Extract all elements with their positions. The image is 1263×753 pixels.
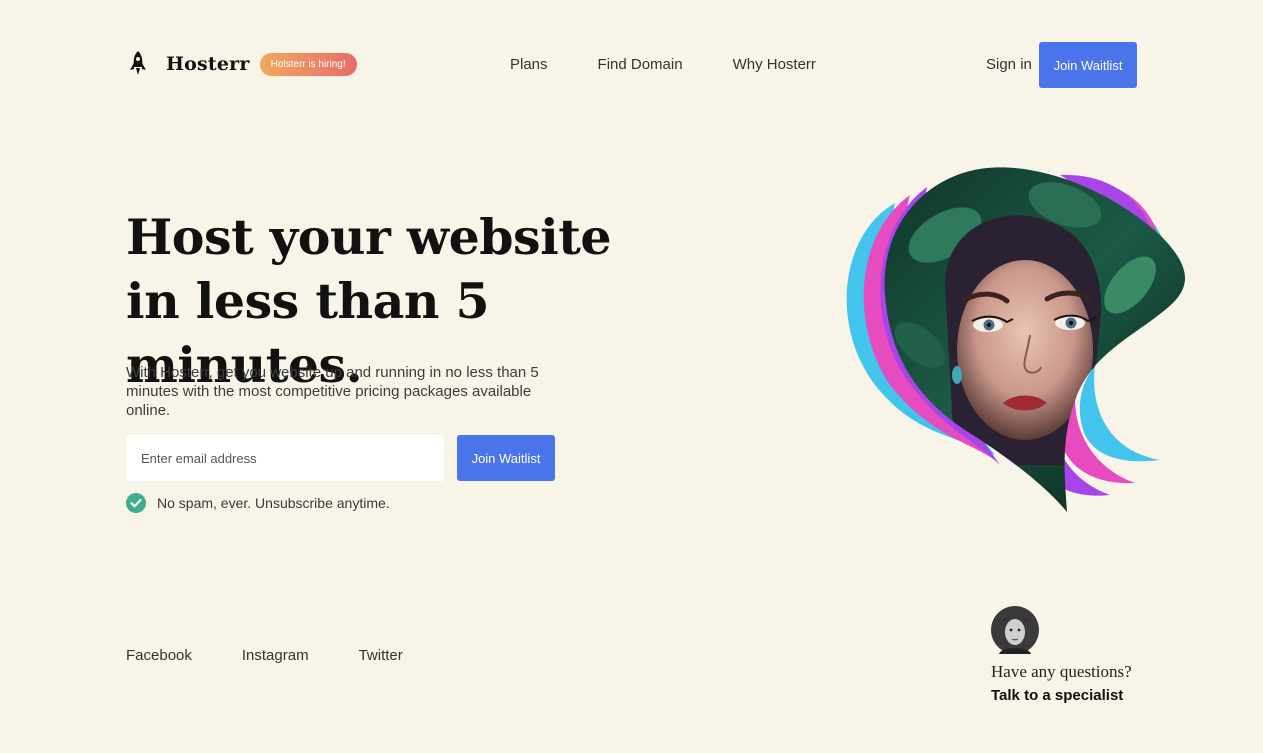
specialist-avatar — [991, 606, 1039, 654]
questions-heading: Have any questions? — [991, 662, 1132, 681]
landing-page: Hosterr Holsterr is hiring! Plans Find D… — [0, 0, 1263, 753]
nav-link-plans[interactable]: Plans — [510, 56, 548, 74]
hero-join-waitlist-button[interactable]: Join Waitlist — [457, 435, 555, 481]
social-link-instagram[interactable]: Instagram — [242, 647, 309, 664]
nav-link-find-domain[interactable]: Find Domain — [598, 56, 683, 74]
brand-name: Hosterr — [166, 53, 250, 75]
social-link-twitter[interactable]: Twitter — [359, 647, 403, 664]
no-spam-note: No spam, ever. Unsubscribe anytime. — [126, 493, 390, 513]
specialist-contact: Have any questions? Talk to a specialist — [991, 606, 1151, 704]
hero-portrait-illustration — [835, 165, 1195, 520]
check-circle-icon — [126, 493, 146, 513]
hero-subtitle: With Hosterr, get you website up and run… — [126, 364, 539, 419]
social-link-facebook[interactable]: Facebook — [126, 647, 192, 664]
hiring-badge[interactable]: Holsterr is hiring! — [259, 52, 357, 76]
talk-to-specialist-link[interactable]: Talk to a specialist — [991, 687, 1151, 704]
header-join-waitlist-button[interactable]: Join Waitlist — [1039, 42, 1137, 88]
logo[interactable]: Hosterr Holsterr is hiring! — [126, 50, 357, 78]
sign-in-link[interactable]: Sign in — [986, 56, 1032, 74]
no-spam-text: No spam, ever. Unsubscribe anytime. — [157, 495, 390, 511]
rocket-icon — [126, 50, 150, 78]
email-input[interactable] — [126, 435, 444, 481]
nav-link-why-hosterr[interactable]: Why Hosterr — [733, 56, 816, 74]
social-links: Facebook Instagram Twitter — [126, 647, 453, 664]
main-nav: Plans Find Domain Why Hosterr — [510, 56, 866, 74]
